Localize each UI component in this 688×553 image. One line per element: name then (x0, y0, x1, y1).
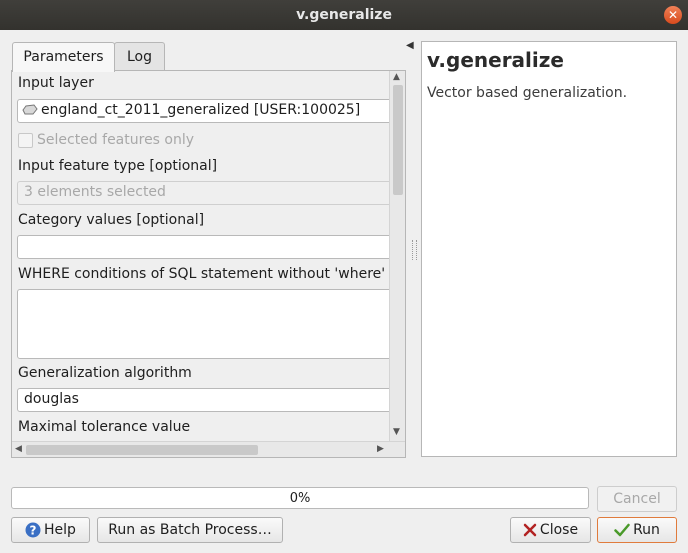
cancel-button-label: Cancel (613, 491, 661, 507)
help-button[interactable]: ? Help (11, 517, 90, 543)
feature-type-label: Input feature type [optional] (18, 158, 218, 174)
help-icon: ? (25, 522, 41, 538)
help-title: v.generalize (427, 48, 564, 72)
progress-bar: 0% (11, 487, 589, 509)
window-titlebar: v.generalize ✕ (0, 0, 688, 30)
help-description: Vector based generalization. (427, 85, 628, 101)
tolerance-label: Maximal tolerance value (18, 419, 191, 435)
algorithm-label: Generalization algorithm (18, 365, 192, 381)
close-icon: ✕ (667, 8, 679, 22)
tab-log[interactable]: Log (114, 42, 165, 71)
category-values-input[interactable] (17, 235, 401, 259)
panel-splitter[interactable] (412, 240, 417, 260)
progress-text: 0% (289, 491, 311, 506)
run-button[interactable]: Run (597, 517, 677, 543)
input-layer-select[interactable]: england_ct_2011_generalized [USER:100025… (17, 99, 401, 123)
scroll-right-icon[interactable]: ▶ (377, 444, 384, 454)
input-layer-value: england_ct_2011_generalized [USER:100025… (41, 102, 361, 118)
scroll-up-icon[interactable]: ▲ (393, 72, 400, 82)
algorithm-value: douglas (24, 391, 79, 407)
tab-parameters-label: Parameters (23, 49, 104, 65)
vertical-scrollbar[interactable]: ▲ ▼ (389, 71, 405, 441)
where-label: WHERE conditions of SQL statement withou… (18, 266, 388, 282)
tab-log-label: Log (126, 49, 152, 65)
feature-type-select[interactable]: 3 elements selected (17, 181, 401, 205)
help-button-label: Help (44, 522, 76, 538)
close-x-icon (523, 523, 537, 537)
close-button[interactable]: Close (510, 517, 591, 543)
checkmark-icon (614, 523, 630, 537)
parameters-panel: Input layer england_ct_2011_generalized … (11, 70, 406, 458)
horizontal-scroll-thumb[interactable] (26, 445, 258, 455)
svg-text:?: ? (30, 524, 37, 538)
input-layer-label: Input layer (18, 75, 94, 91)
window-close-button[interactable]: ✕ (664, 6, 682, 24)
vertical-scroll-thumb[interactable] (393, 85, 403, 195)
batch-process-button-label: Run as Batch Process… (108, 522, 272, 538)
feature-type-value: 3 elements selected (24, 184, 166, 200)
selected-features-label: Selected features only (37, 132, 195, 148)
run-button-label: Run (633, 522, 660, 538)
category-values-label: Category values [optional] (18, 212, 205, 228)
algorithm-select[interactable]: douglas (17, 388, 401, 412)
help-panel: v.generalize Vector based generalization… (421, 41, 677, 457)
horizontal-scrollbar[interactable]: ◀ ▶ (12, 441, 405, 457)
batch-process-button[interactable]: Run as Batch Process… (97, 517, 283, 543)
close-button-label: Close (539, 522, 579, 538)
selected-features-checkbox[interactable] (18, 133, 33, 148)
window-title: v.generalize (296, 7, 392, 23)
scroll-down-icon[interactable]: ▼ (393, 427, 400, 437)
collapse-help-arrow-icon[interactable]: ◀ (406, 40, 414, 51)
where-textarea[interactable] (17, 289, 401, 359)
polygon-layer-icon (22, 104, 38, 115)
tab-parameters[interactable]: Parameters (12, 42, 115, 72)
cancel-button[interactable]: Cancel (597, 486, 677, 512)
scroll-left-icon[interactable]: ◀ (15, 444, 22, 454)
